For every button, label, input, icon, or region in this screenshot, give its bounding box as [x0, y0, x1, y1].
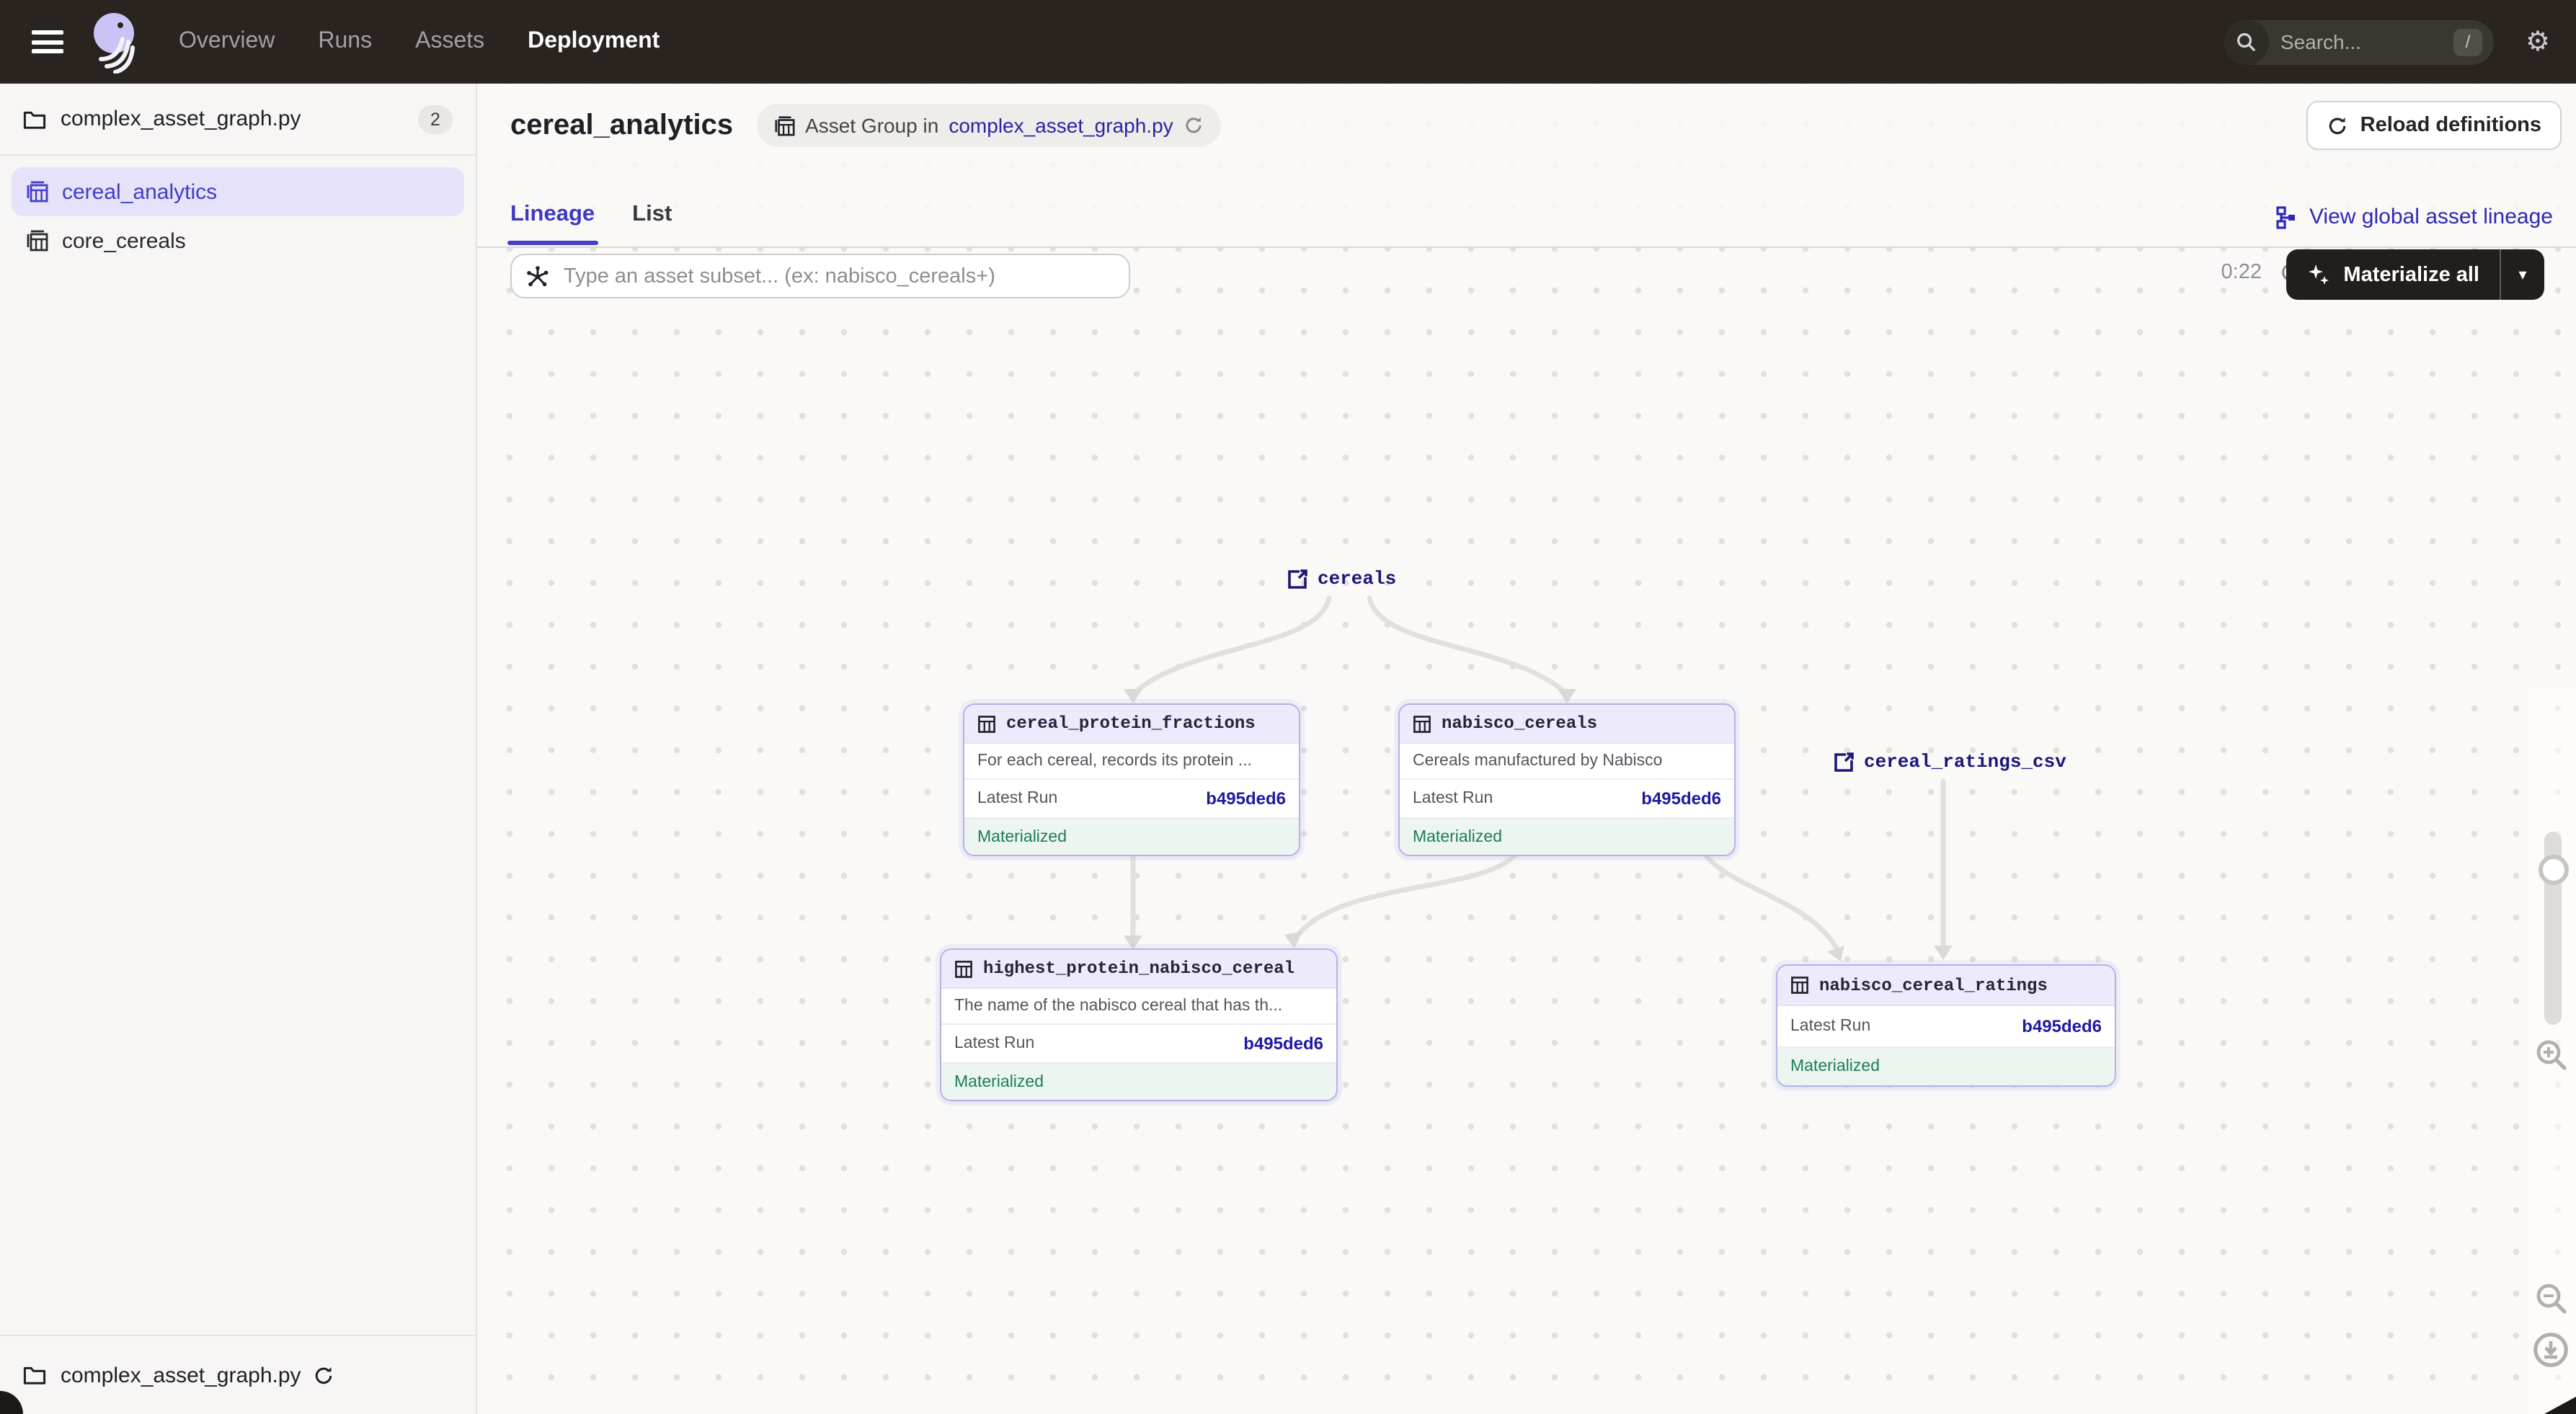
breadcrumb-prefix: Asset Group in — [805, 114, 938, 137]
asset-description: The name of the nabisco cereal that has … — [941, 989, 1336, 1025]
sidebar-item-label: cereal_analytics — [62, 179, 217, 204]
search-input[interactable] — [2278, 29, 2428, 55]
external-asset-label: cereal_ratings_csv — [1864, 751, 2066, 773]
reload-definitions-label: Reload definitions — [2360, 114, 2541, 137]
zoom-out-icon[interactable] — [2528, 1281, 2572, 1315]
asset-group-breadcrumb: Asset Group in complex_asset_graph.py — [756, 104, 1221, 147]
run-id-link[interactable]: b495ded6 — [2022, 1016, 2102, 1036]
asset-node-cereal-protein-fractions[interactable]: cereal_protein_fractions For each cereal… — [963, 703, 1300, 856]
status-badge: Materialized — [1400, 819, 1734, 855]
asset-subset-input[interactable] — [561, 263, 1114, 289]
asset-node-highest-protein-nabisco-cereal[interactable]: highest_protein_nabisco_cereal The name … — [940, 948, 1338, 1101]
folder-icon — [23, 109, 46, 129]
asset-name: nabisco_cereal_ratings — [1819, 975, 2048, 995]
status-badge: Materialized — [941, 1064, 1336, 1100]
lineage-graph-canvas[interactable]: cereals cereal_ratings_csv cereal_protei… — [476, 337, 2576, 1414]
lineage-graph-icon — [2276, 205, 2298, 228]
dagster-app: Overview Runs Assets Deployment / ⚙ comp… — [0, 0, 2576, 1414]
refresh-icon[interactable] — [313, 1364, 334, 1386]
asset-name: cereal_protein_fractions — [1006, 713, 1256, 734]
global-search[interactable]: / — [2224, 19, 2494, 64]
materialize-all-button[interactable]: Materialize all — [2286, 262, 2500, 287]
dagster-logo-icon[interactable] — [86, 10, 141, 74]
asset-subset-filter[interactable] — [510, 254, 1130, 298]
breadcrumb-repo-link[interactable]: complex_asset_graph.py — [949, 114, 1173, 137]
folder-icon — [23, 1365, 46, 1385]
latest-run-label: Latest Run — [1413, 790, 1493, 807]
table-icon — [1413, 714, 1431, 733]
nav-assets[interactable]: Assets — [415, 29, 484, 55]
materialize-all-split-button: Materialize all ▾ — [2286, 249, 2544, 300]
asset-description: Cereals manufactured by Nabisco — [1400, 744, 1734, 780]
sidebar: complex_asset_graph.py 2 cereal_analytic… — [0, 84, 477, 1414]
external-asset-label: cereals — [1318, 568, 1396, 590]
sidebar-repo-row[interactable]: complex_asset_graph.py 2 — [0, 84, 476, 156]
gear-icon[interactable]: ⚙ — [2526, 28, 2550, 55]
external-asset-cereals[interactable]: cereals — [1287, 568, 1396, 590]
refresh-timer: 0:22 — [2221, 261, 2262, 284]
nav-overview[interactable]: Overview — [179, 29, 275, 55]
asset-graph-icon — [526, 264, 549, 288]
lineage-toolbar: 0:22 Materialize all ▾ — [476, 246, 2576, 337]
status-badge: Materialized — [964, 819, 1299, 855]
sparkles-icon — [2306, 262, 2330, 287]
asset-description: For each cereal, records its protein ... — [964, 744, 1299, 780]
tab-lineage[interactable]: Lineage — [510, 202, 595, 245]
run-id-link[interactable]: b495ded6 — [1641, 788, 1721, 809]
asset-name: highest_protein_nabisco_cereal — [983, 959, 1294, 979]
repo-count-badge: 2 — [418, 105, 453, 133]
sidebar-item-label: core_cereals — [62, 228, 186, 253]
repo-name: complex_asset_graph.py — [61, 107, 301, 131]
footer-repo-name: complex_asset_graph.py — [61, 1363, 301, 1387]
zoom-slider-knob[interactable] — [2539, 855, 2569, 885]
run-id-link[interactable]: b495ded6 — [1243, 1033, 1323, 1054]
nav-runs[interactable]: Runs — [318, 29, 372, 55]
cutoff-corner-element — [2544, 1397, 2576, 1414]
latest-run-label: Latest Run — [1790, 1018, 1870, 1035]
main-panel: cereal_analytics Asset Group in complex_… — [476, 84, 2576, 1414]
reload-definitions-button[interactable]: Reload definitions — [2307, 101, 2562, 150]
fit-view-icon[interactable] — [2528, 1332, 2572, 1368]
latest-run-label: Latest Run — [977, 790, 1057, 807]
run-id-link[interactable]: b495ded6 — [1206, 788, 1286, 809]
table-icon — [977, 714, 996, 733]
main-nav: Overview Runs Assets Deployment — [179, 29, 659, 55]
sidebar-footer: complex_asset_graph.py — [0, 1335, 476, 1414]
asset-name: nabisco_cereals — [1442, 713, 1597, 734]
hamburger-menu-icon[interactable] — [32, 30, 63, 53]
refresh-icon[interactable] — [1183, 115, 1204, 135]
latest-run-label: Latest Run — [954, 1035, 1034, 1052]
table-icon — [1790, 976, 1809, 995]
asset-group-icon — [26, 180, 49, 203]
page-title: cereal_analytics — [510, 109, 733, 142]
view-tabs: Lineage List — [510, 196, 672, 245]
external-link-icon — [1834, 752, 1854, 772]
asset-node-nabisco-cereals[interactable]: nabisco_cereals Cereals manufactured by … — [1398, 703, 1736, 856]
external-asset-cereal-ratings-csv[interactable]: cereal_ratings_csv — [1834, 751, 2066, 773]
status-badge: Materialized — [1777, 1048, 2115, 1085]
sidebar-item-core-cereals[interactable]: core_cereals — [12, 216, 464, 265]
zoom-in-icon[interactable] — [2528, 1038, 2572, 1071]
tab-list[interactable]: List — [632, 202, 672, 245]
asset-group-icon — [26, 229, 49, 252]
view-global-asset-lineage-link[interactable]: View global asset lineage — [2276, 205, 2553, 229]
top-navigation-bar: Overview Runs Assets Deployment / ⚙ — [0, 0, 2576, 84]
refresh-icon — [2327, 115, 2349, 136]
caret-down-icon[interactable]: ▾ — [2501, 249, 2544, 300]
external-link-icon — [1287, 569, 1307, 589]
search-icon — [2224, 19, 2269, 64]
sidebar-item-cereal-analytics[interactable]: cereal_analytics — [12, 167, 464, 216]
materialize-all-label: Materialize all — [2343, 263, 2479, 286]
nav-deployment[interactable]: Deployment — [528, 29, 659, 55]
view-global-asset-lineage-label: View global asset lineage — [2309, 205, 2553, 229]
search-shortcut-badge: / — [2453, 28, 2482, 55]
asset-group-icon — [773, 115, 795, 136]
asset-group-list: cereal_analytics core_cereals — [0, 156, 476, 265]
asset-node-nabisco-cereal-ratings[interactable]: nabisco_cereal_ratings Latest Run b495de… — [1776, 964, 2116, 1087]
table-icon — [954, 959, 973, 978]
